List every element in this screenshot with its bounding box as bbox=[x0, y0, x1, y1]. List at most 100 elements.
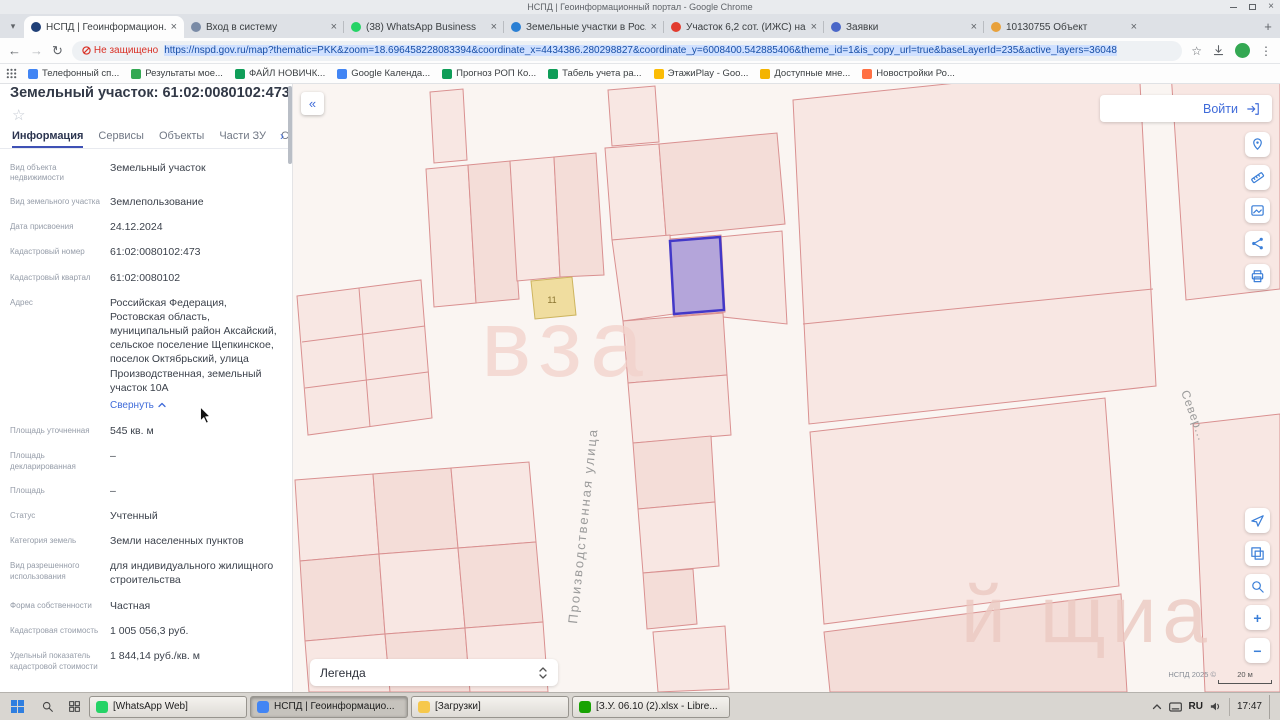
keyboard-icon[interactable] bbox=[1169, 702, 1182, 712]
apps-grid-icon[interactable] bbox=[6, 68, 17, 79]
task-view-button[interactable] bbox=[62, 695, 86, 719]
window-button-label: НСПД | Геоинформацио... bbox=[274, 701, 395, 712]
collapse-address-link[interactable]: Свернуть bbox=[110, 400, 166, 411]
minimize-icon[interactable] bbox=[1230, 7, 1237, 8]
bookmark-item[interactable]: Табель учета ра... bbox=[543, 66, 646, 81]
panel-tab[interactable]: Информация bbox=[12, 130, 83, 148]
panel-scrollbar[interactable] bbox=[288, 84, 292, 692]
selected-parcel[interactable] bbox=[670, 237, 724, 314]
forward-icon[interactable]: → bbox=[30, 43, 43, 58]
address-bar[interactable]: Не защищено https://nspd.gov.ru/map?them… bbox=[72, 41, 1182, 61]
tab-label: НСПД | Геоинформацион... bbox=[46, 22, 166, 33]
maximize-icon[interactable] bbox=[1249, 4, 1256, 10]
legend-expand-icon[interactable] bbox=[538, 666, 548, 680]
bookmark-item[interactable]: Прогноз РОП Ко... bbox=[437, 66, 541, 81]
tab-search-icon[interactable]: ▾ bbox=[4, 17, 22, 35]
print-button[interactable] bbox=[1245, 264, 1270, 289]
attribute-row: Удельный показатель кадастровой стоимост… bbox=[0, 643, 292, 678]
volume-icon[interactable] bbox=[1210, 701, 1222, 712]
attribute-value: Земли населенных пунктов bbox=[110, 534, 282, 548]
attribute-value: Земельный участок bbox=[110, 161, 282, 175]
bookmark-star-icon[interactable]: ☆ bbox=[1191, 44, 1202, 58]
back-icon[interactable]: ← bbox=[8, 43, 21, 58]
bookmark-item[interactable]: ЭтажиPlay - Goo... bbox=[649, 66, 754, 81]
search-icon bbox=[41, 700, 54, 713]
attribute-row: Статус Учтенный bbox=[0, 503, 292, 528]
cadastral-map[interactable]: 11 вза й щиа Производственная улица Севе… bbox=[293, 84, 1280, 692]
attribute-value: – bbox=[110, 449, 282, 463]
login-button[interactable]: Войти bbox=[1100, 95, 1272, 122]
attribute-label: Форма собственности bbox=[10, 599, 105, 613]
locate-button[interactable] bbox=[1245, 508, 1270, 533]
tray-expand-icon[interactable] bbox=[1152, 703, 1162, 711]
scrollbar-thumb[interactable] bbox=[288, 86, 292, 164]
taskbar-window-button[interactable]: НСПД | Геоинформацио... bbox=[250, 696, 408, 718]
taskbar-window-button[interactable]: [З.У. 06.10 (2).xlsx - Libre... bbox=[572, 696, 730, 718]
zoom-out-button[interactable]: − bbox=[1245, 638, 1270, 663]
map-area[interactable]: 11 вза й щиа Производственная улица Севе… bbox=[293, 84, 1280, 692]
download-icon[interactable] bbox=[1212, 44, 1225, 57]
tabs-scroll-right-icon[interactable]: › bbox=[280, 129, 284, 143]
bookmark-item[interactable]: Новостройки Ро... bbox=[857, 66, 960, 81]
panel-tab[interactable]: Части ЗУ bbox=[219, 130, 266, 148]
new-tab-button[interactable]: + bbox=[1258, 16, 1278, 36]
language-indicator[interactable]: RU bbox=[1189, 701, 1203, 712]
browser-tab[interactable]: Вход в систему × bbox=[184, 16, 344, 38]
reload-icon[interactable]: ↻ bbox=[52, 43, 63, 59]
attribute-label: Кадастровый квартал bbox=[10, 271, 105, 285]
browser-tab[interactable]: (38) WhatsApp Business × bbox=[344, 16, 504, 38]
profile-avatar[interactable] bbox=[1235, 43, 1250, 58]
show-desktop-button[interactable] bbox=[1269, 695, 1274, 719]
tab-close-icon[interactable]: × bbox=[1131, 21, 1137, 33]
panel-tab-label: Части ЗУ bbox=[219, 130, 266, 142]
tab-close-icon[interactable]: × bbox=[491, 21, 497, 33]
attribute-value: – bbox=[110, 484, 282, 498]
panels-button[interactable] bbox=[1245, 541, 1270, 566]
tab-close-icon[interactable]: × bbox=[971, 21, 977, 33]
not-secure-label[interactable]: Не защищено bbox=[82, 45, 158, 56]
ruler-button[interactable] bbox=[1245, 165, 1270, 190]
bookmark-label: Новостройки Ро... bbox=[876, 68, 955, 79]
legend-bar[interactable]: Легенда bbox=[310, 659, 558, 686]
tab-close-icon[interactable]: × bbox=[331, 21, 337, 33]
favorite-star-icon[interactable]: ☆ bbox=[12, 107, 25, 124]
tab-label: Земельные участки в Рос... bbox=[526, 22, 646, 33]
attribute-value: для индивидуального жилищного строительс… bbox=[110, 559, 282, 587]
bookmark-item[interactable]: Google Календа... bbox=[332, 66, 435, 81]
browser-tab[interactable]: Заявки × bbox=[824, 16, 984, 38]
menu-kebab-icon[interactable]: ⋮ bbox=[1260, 44, 1272, 58]
taskbar-window-button[interactable]: [WhatsApp Web] bbox=[89, 696, 247, 718]
tab-close-icon[interactable]: × bbox=[811, 21, 817, 33]
attribute-row: Дата присвоения 24.12.2024 bbox=[0, 215, 292, 240]
start-button[interactable] bbox=[2, 695, 32, 719]
clock[interactable]: 17:47 bbox=[1237, 701, 1262, 712]
taskbar-search-button[interactable] bbox=[35, 695, 59, 719]
bookmark-item[interactable]: Телефонный сп... bbox=[23, 66, 124, 81]
tab-close-icon[interactable]: × bbox=[651, 21, 657, 33]
tab-close-icon[interactable]: × bbox=[171, 21, 177, 33]
panel-collapse-button[interactable]: « bbox=[301, 92, 324, 115]
browser-tab[interactable]: Земельные участки в Рос... × bbox=[504, 16, 664, 38]
map-search-button[interactable] bbox=[1245, 574, 1270, 599]
bookmark-item[interactable]: Результаты мое... bbox=[126, 66, 228, 81]
browser-tab[interactable]: 10130755 Объект × bbox=[984, 16, 1144, 38]
attribute-label: Вид объекта недвижимости bbox=[10, 161, 105, 185]
window-favicon bbox=[418, 701, 430, 713]
attribute-row: Вид объекта недвижимости Земельный участ… bbox=[0, 155, 292, 190]
marker-button[interactable] bbox=[1245, 132, 1270, 157]
attribute-label: Статус bbox=[10, 509, 105, 523]
url-text[interactable]: https://nspd.gov.ru/map?thematic=PKK&zoo… bbox=[164, 45, 1117, 56]
attribute-value: 61:02:0080102 bbox=[110, 271, 282, 285]
bookmark-item[interactable]: ФАЙЛ НОВИЧК... bbox=[230, 66, 330, 81]
share-button[interactable] bbox=[1245, 231, 1270, 256]
panel-tab[interactable]: Сервисы bbox=[98, 130, 144, 148]
zoom-in-button[interactable]: + bbox=[1245, 605, 1270, 630]
panel-tab[interactable]: Объекты bbox=[159, 130, 204, 148]
login-label: Войти bbox=[1203, 102, 1238, 116]
browser-tab[interactable]: НСПД | Геоинформацион... × bbox=[24, 16, 184, 38]
taskbar-window-button[interactable]: [Загрузки] bbox=[411, 696, 569, 718]
screenshot-button[interactable] bbox=[1245, 198, 1270, 223]
browser-tab[interactable]: Участок 6,2 сот. (ИЖС) на... × bbox=[664, 16, 824, 38]
close-icon[interactable]: × bbox=[1268, 2, 1274, 12]
bookmark-item[interactable]: Доступные мне... bbox=[755, 66, 855, 81]
